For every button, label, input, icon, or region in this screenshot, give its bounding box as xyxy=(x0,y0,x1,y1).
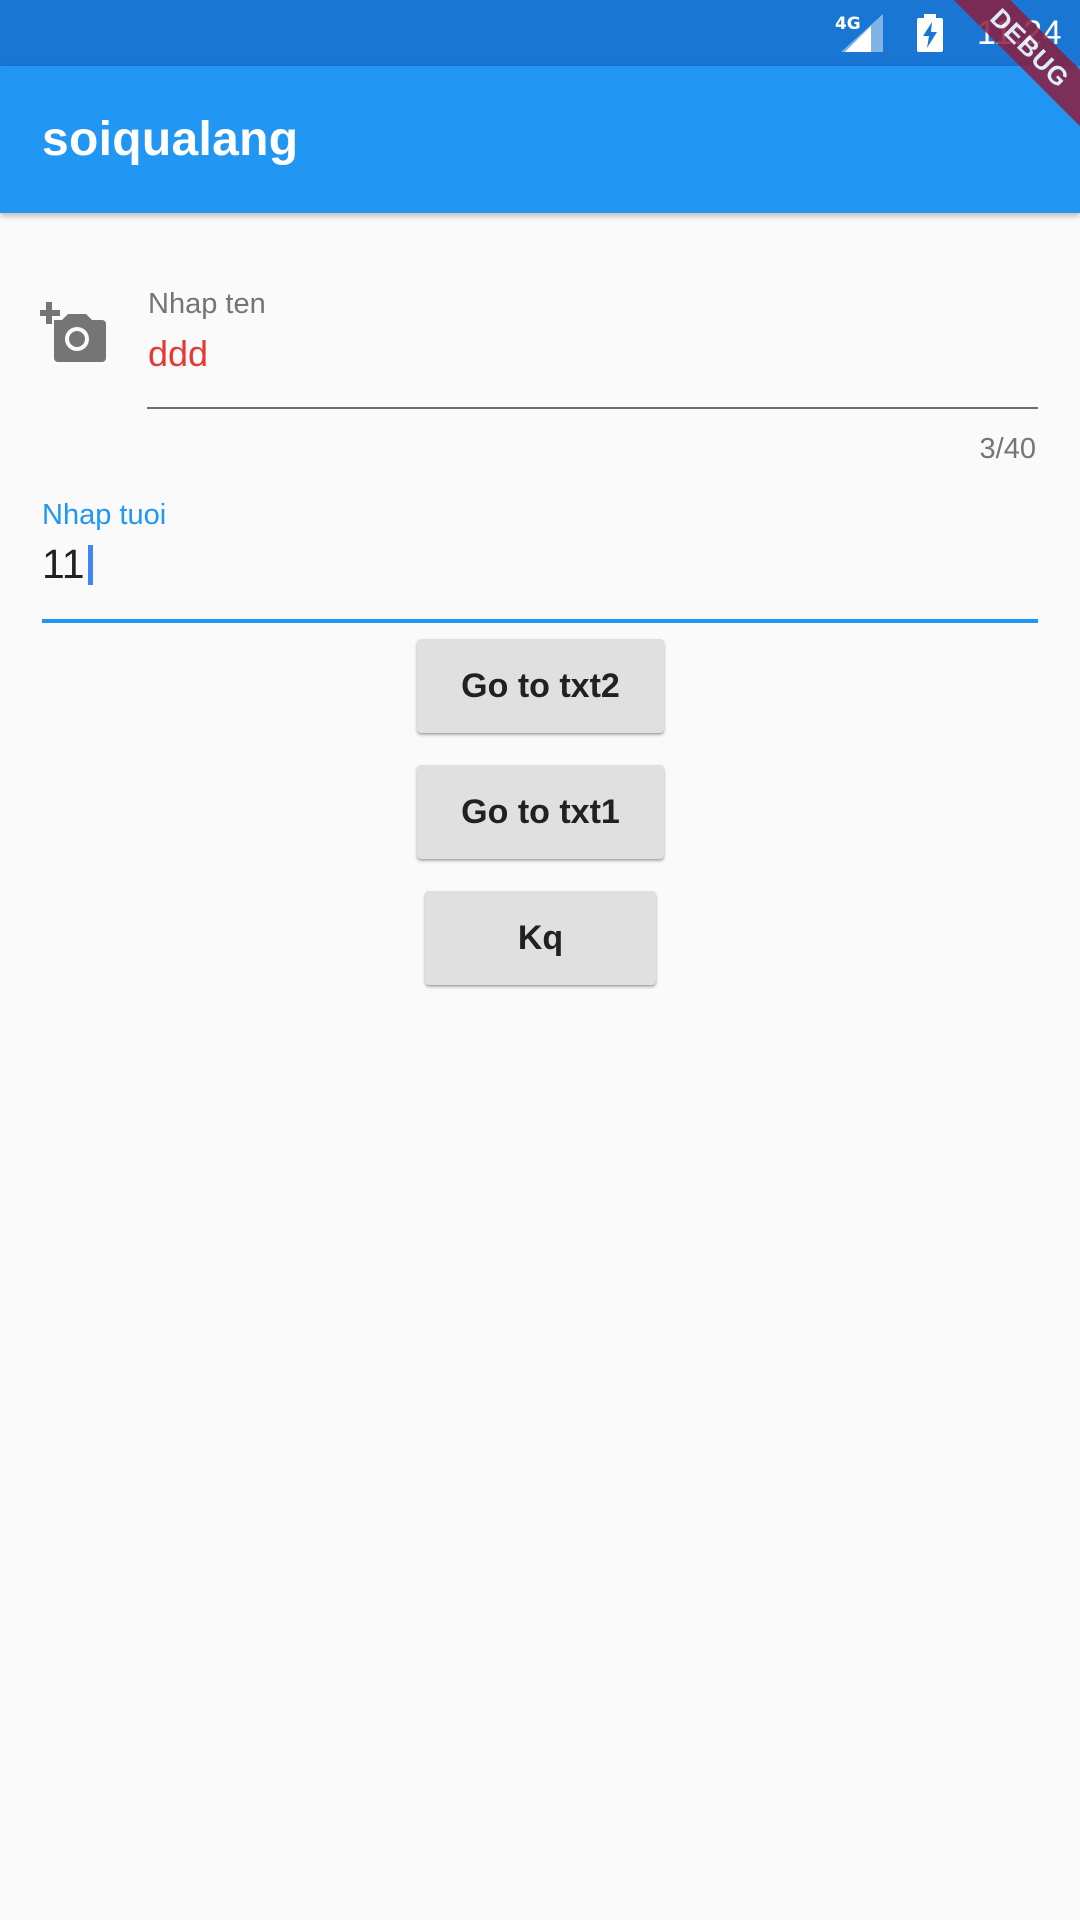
age-field-label: Nhap tuoi xyxy=(42,499,167,531)
age-input[interactable]: 11 xyxy=(42,541,85,588)
battery-charging-icon xyxy=(916,14,943,52)
age-field-underline xyxy=(42,619,1038,623)
go-to-txt2-button[interactable]: Go to txt2 xyxy=(417,639,664,733)
status-bar: 4G 11:24 xyxy=(0,0,1080,66)
app-bar: soiqualang xyxy=(0,66,1080,213)
name-field-label: Nhap ten xyxy=(148,288,266,320)
kq-button[interactable]: Kq xyxy=(425,891,656,985)
signal-icon xyxy=(840,14,883,52)
name-input[interactable]: ddd xyxy=(148,333,208,375)
name-field-underline xyxy=(147,407,1038,409)
add-a-photo-icon xyxy=(40,302,106,362)
go-to-txt1-button[interactable]: Go to txt1 xyxy=(417,765,664,859)
page-title: soiqualang xyxy=(42,113,299,166)
text-cursor xyxy=(88,545,93,585)
name-character-counter: 3/40 xyxy=(979,433,1036,465)
